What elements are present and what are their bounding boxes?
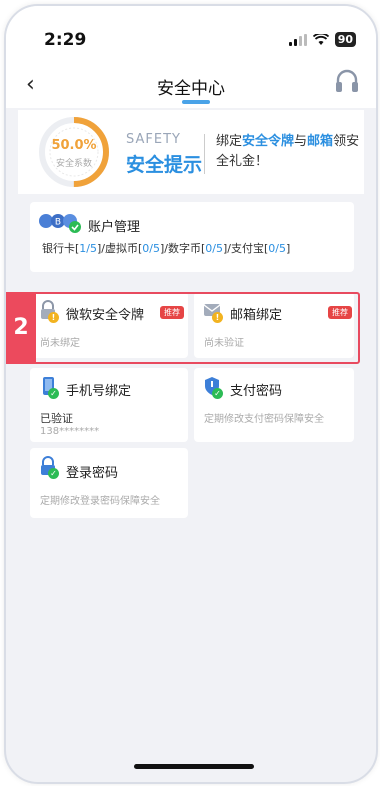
safety-promo: 绑定安全令牌与邮箱领安全礼金！: [216, 134, 360, 169]
account-summary: 银行卡[1/5]/虚拟币[0/5]/数字币[0/5]/支付宝[0/5]: [42, 242, 291, 255]
title-underline: [182, 100, 210, 104]
paypwd-status: 定期修改支付密码保障安全: [204, 414, 324, 425]
step-number-label: 2: [6, 292, 36, 364]
paypwd-card[interactable]: ✓ 支付密码 定期修改支付密码保障安全: [194, 368, 354, 442]
phone-number: 138********: [40, 426, 100, 437]
phone-card[interactable]: ✓ 手机号绑定 已验证 138********: [30, 368, 188, 442]
safety-label-en: SAFETY: [126, 132, 181, 147]
phone-frame: 2:29 90 ‹ 安全中心 50.0% 安全系数 SAFETY 安全提示 绑定…: [4, 4, 378, 784]
phone-status: 已验证: [40, 412, 73, 425]
divider: [204, 134, 205, 174]
signal-icon: [288, 33, 307, 46]
accounts-icon: B: [39, 214, 81, 233]
wifi-icon: [312, 33, 329, 45]
verified-check-icon: ✓: [48, 388, 59, 399]
home-indicator[interactable]: [134, 764, 254, 769]
safety-label-cn: 安全提示: [126, 154, 203, 176]
highlight-box: [12, 292, 360, 364]
phone-title: 手机号绑定: [66, 384, 132, 399]
battery-indicator: 90: [334, 32, 356, 47]
status-time: 2:29: [44, 30, 87, 50]
nav-bar: ‹ 安全中心: [6, 62, 376, 108]
status-icons: 90: [288, 32, 356, 47]
svg-text:B: B: [55, 218, 61, 228]
loginpwd-status: 定期修改登录密码保障安全: [40, 496, 160, 507]
status-bar: 2:29 90: [6, 6, 376, 62]
safety-percent: 50.0%: [51, 138, 97, 153]
verified-check-icon: ✓: [48, 468, 59, 479]
account-title: 账户管理: [88, 220, 141, 235]
safety-percent-label: 安全系数: [55, 159, 92, 169]
account-card[interactable]: B 账户管理 银行卡[1/5]/虚拟币[0/5]/数字币[0/5]/支付宝[0/…: [30, 202, 354, 272]
verified-check-icon: ✓: [212, 388, 223, 399]
page-title: 安全中心: [157, 79, 225, 99]
paypwd-title: 支付密码: [230, 384, 283, 399]
headset-icon[interactable]: [334, 68, 360, 96]
loginpwd-card[interactable]: ✓ 登录密码 定期修改登录密码保障安全: [30, 448, 188, 518]
loginpwd-title: 登录密码: [66, 466, 119, 481]
safety-panel: 50.0% 安全系数 SAFETY 安全提示 绑定安全令牌与邮箱领安全礼金！: [18, 110, 364, 194]
